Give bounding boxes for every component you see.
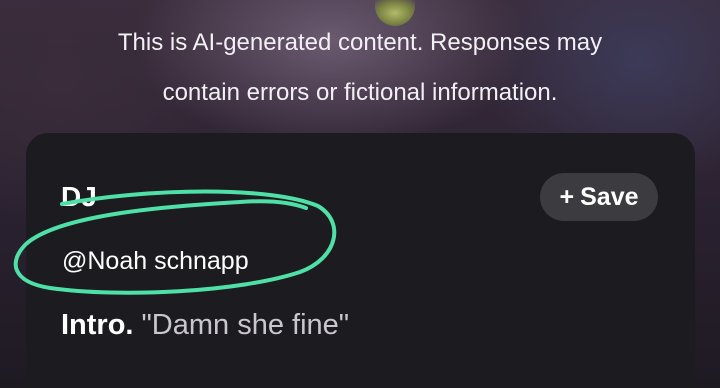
ai-character-card: DJ + Save @Noah schnapp Intro. "Damn she … — [26, 133, 695, 388]
intro-quote: "Damn she fine" — [141, 309, 350, 341]
character-name: DJ — [61, 181, 97, 212]
save-button-label: Save — [580, 182, 639, 211]
creator-handle[interactable]: @Noah schnapp — [62, 247, 249, 276]
disclaimer-line-1: This is AI-generated content. Responses … — [117, 29, 603, 56]
ai-disclaimer: This is AI-generated content. Responses … — [0, 18, 720, 118]
intro-label: Intro. — [61, 309, 134, 341]
disclaimer-line-2: contain errors or fictional information. — [162, 79, 558, 106]
intro-line: Intro. "Damn she fine" — [61, 309, 349, 342]
plus-icon: + — [559, 182, 575, 211]
save-button[interactable]: + Save — [540, 173, 658, 221]
